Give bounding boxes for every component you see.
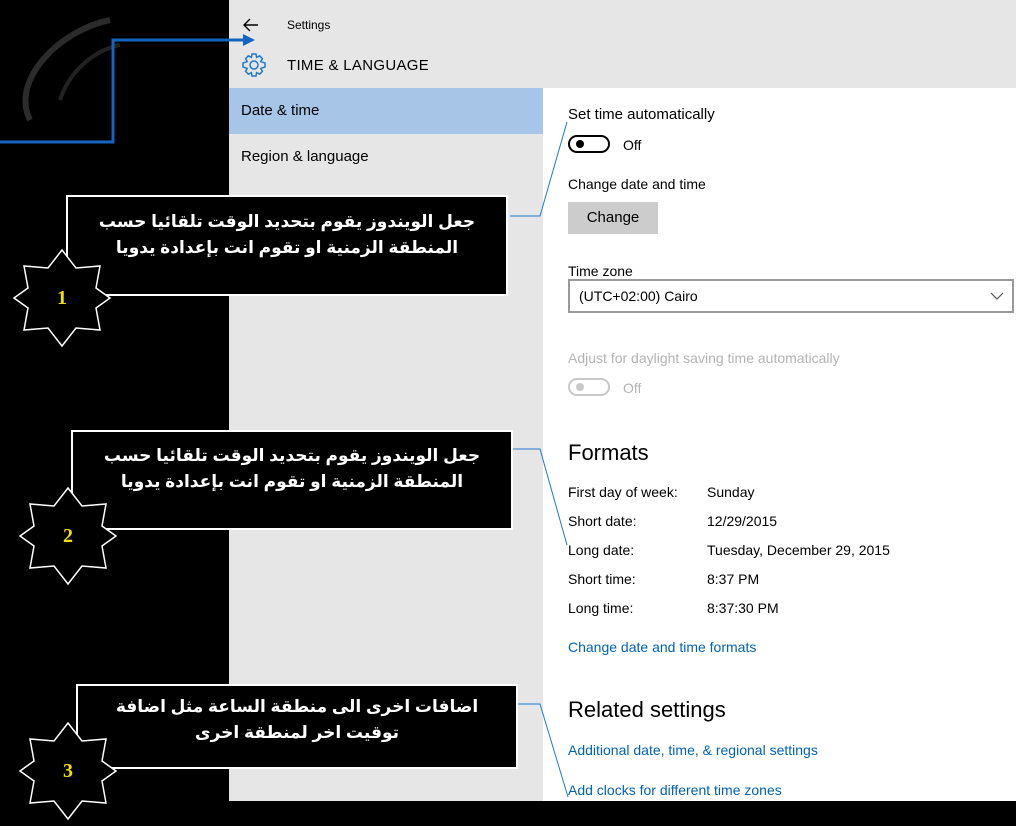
annotation-callout-1: جعل الويندوز يقوم بتحديد الوقت تلقائيا ح…: [66, 195, 508, 296]
format-value: Sunday: [707, 484, 755, 500]
toggle-knob: [576, 140, 584, 148]
daylight-saving-label: Adjust for daylight saving time automati…: [568, 350, 840, 366]
sidebar-item-region-language[interactable]: Region & language: [229, 134, 543, 180]
badge-number: 3: [63, 760, 73, 782]
callout-line: جعل الويندوز يقوم بتحديد الوقت تلقائيا ح…: [98, 212, 476, 231]
callout-line: اضافات اخرى الى منطقة الساعة مثل اضافة: [115, 697, 479, 716]
time-zone-label: Time zone: [568, 263, 633, 279]
app-title: Settings: [287, 18, 331, 32]
toggle-knob: [576, 383, 584, 391]
daylight-saving-state: Off: [623, 380, 642, 396]
change-formats-link[interactable]: Change date and time formats: [568, 639, 756, 655]
callout-line: المنطقة الزمنية او تقوم انت بإعدادة يدوي…: [115, 238, 459, 257]
additional-settings-link[interactable]: Additional date, time, & regional settin…: [568, 742, 818, 758]
change-button[interactable]: Change: [568, 202, 658, 234]
set-time-auto-label: Set time automatically: [568, 106, 715, 123]
annotation-callout-3: اضافات اخرى الى منطقة الساعة مثل اضافة ت…: [76, 684, 518, 769]
format-value: 8:37:30 PM: [707, 600, 779, 616]
format-key: Short date:: [568, 513, 637, 529]
callout-line: توقيت اخر لمنطقة اخرى: [195, 723, 399, 742]
annotation-badge-2: 2: [18, 486, 118, 586]
badge-number: 1: [57, 287, 67, 309]
callout-line: المنطقة الزمنية او تقوم انت بإعدادة يدوي…: [120, 472, 464, 491]
badge-number: 2: [63, 525, 73, 547]
format-value: 8:37 PM: [707, 571, 760, 587]
chevron-down-icon: [990, 292, 1004, 300]
back-arrow-icon[interactable]: [243, 14, 265, 36]
sidebar-item-date-time[interactable]: Date & time: [229, 88, 543, 134]
set-time-auto-toggle[interactable]: [568, 135, 610, 153]
format-value: Tuesday, December 29, 2015: [707, 542, 890, 558]
add-clocks-link[interactable]: Add clocks for different time zones: [568, 782, 782, 798]
title-bar: Settings TIME & LANGUAGE: [229, 0, 1016, 88]
format-value: 12/29/2015: [707, 513, 778, 529]
annotation-badge-3: 3: [18, 721, 118, 821]
set-time-auto-state: Off: [623, 137, 642, 153]
gear-icon: [242, 53, 266, 77]
settings-window: Settings TIME & LANGUAGE Date & time Reg…: [229, 0, 1016, 801]
section-title: TIME & LANGUAGE: [287, 57, 430, 74]
annotation-callout-2: جعل الويندوز يقوم بتحديد الوقت تلقائيا ح…: [71, 430, 513, 530]
daylight-saving-toggle[interactable]: [568, 378, 610, 396]
format-key: Short time:: [568, 571, 636, 587]
time-zone-value: (UTC+02:00) Cairo: [579, 288, 698, 304]
callout-line: جعل الويندوز يقوم بتحديد الوقت تلقائيا ح…: [103, 446, 481, 465]
change-date-time-label: Change date and time: [568, 176, 706, 192]
time-zone-dropdown[interactable]: (UTC+02:00) Cairo: [568, 279, 1014, 313]
format-key: Long time:: [568, 600, 634, 616]
format-key: Long date:: [568, 542, 635, 558]
background-swirl-decoration: [22, 17, 121, 122]
format-key: First day of week:: [568, 484, 678, 500]
formats-heading: Formats: [568, 440, 649, 465]
related-settings-heading: Related settings: [568, 697, 726, 722]
main-content: Set time automatically Off Change date a…: [543, 88, 1016, 801]
annotation-badge-1: 1: [12, 248, 112, 348]
